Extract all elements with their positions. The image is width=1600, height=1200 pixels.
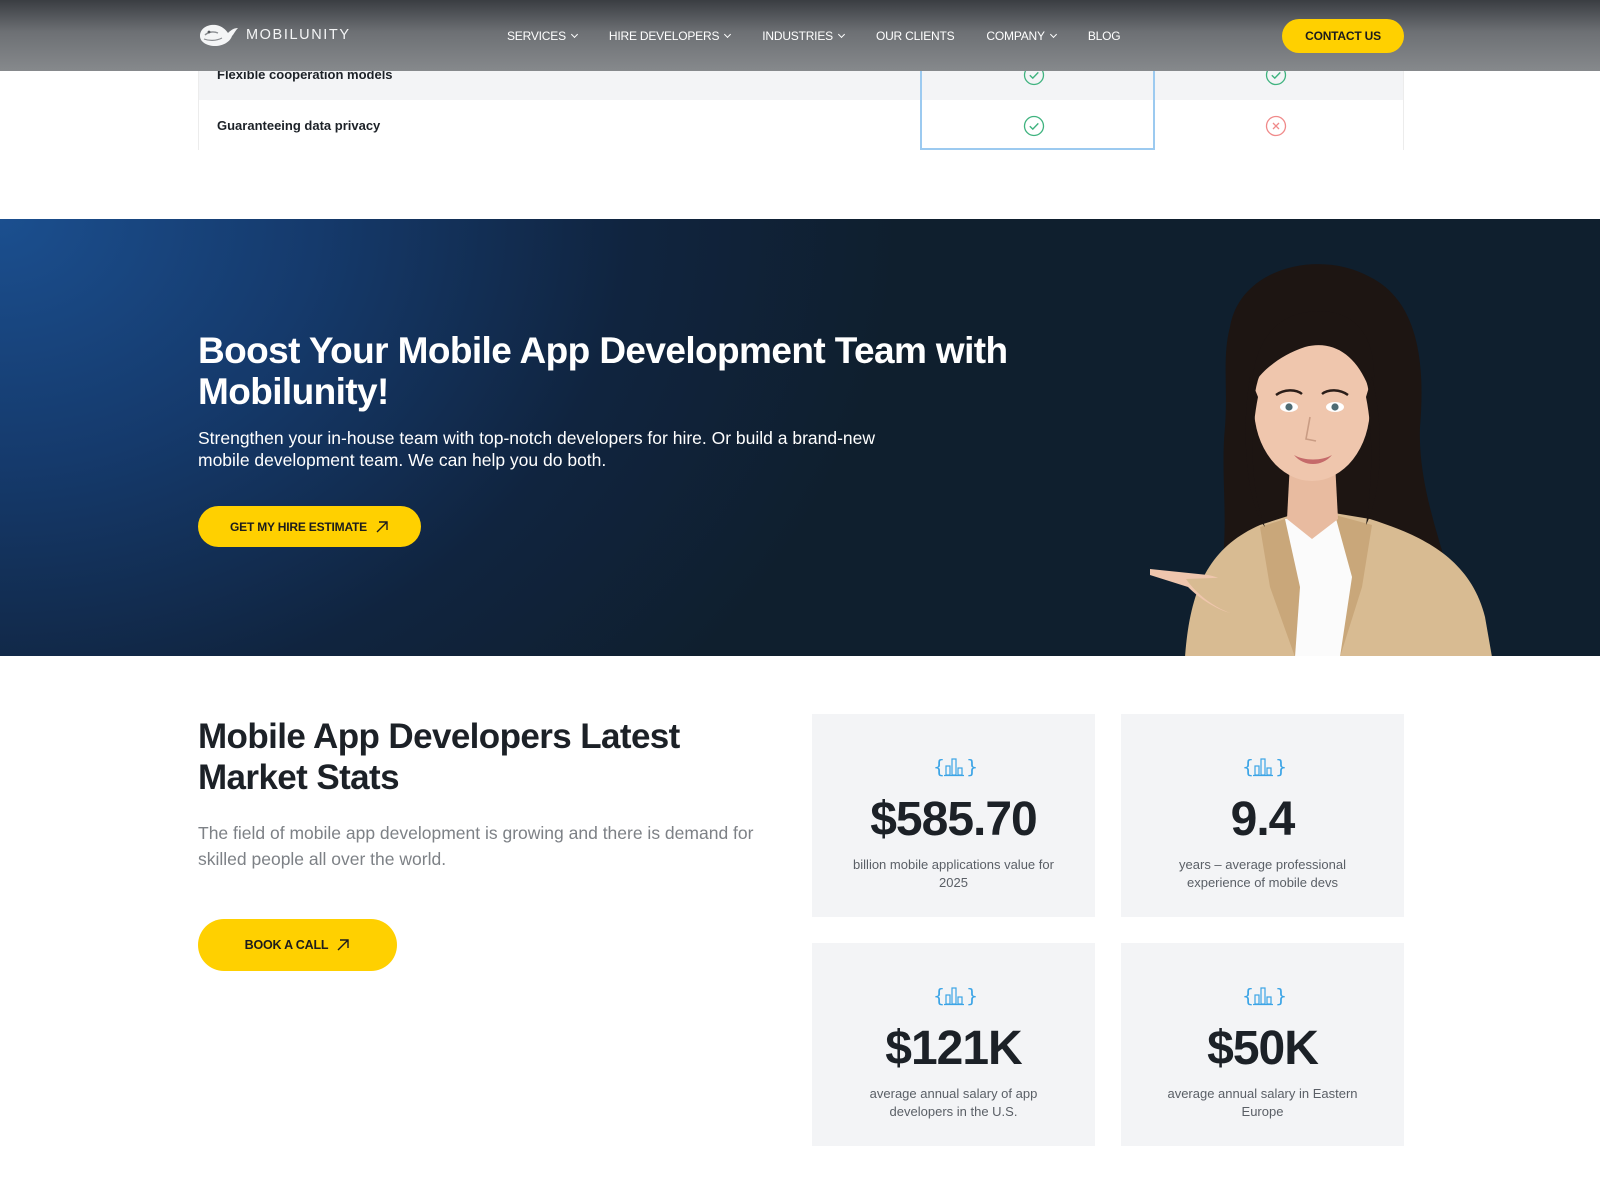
bar-chart-braces-icon: { } <box>933 756 976 778</box>
stat-label: average annual salary of app developers … <box>869 1086 1038 1119</box>
table-row: Guaranteeing data privacy <box>199 100 1403 151</box>
row-label: Guaranteeing data privacy <box>217 118 381 133</box>
stat-value: $50K <box>1207 1022 1319 1075</box>
whale-logo-icon <box>200 24 238 46</box>
get-hire-estimate-button[interactable]: GET MY HIRE ESTIMATE <box>198 506 421 547</box>
hero-banner: Boost Your Mobile App Development Team w… <box>0 219 1600 656</box>
svg-text:}: } <box>966 756 976 778</box>
hero-subtitle: Strengthen your in-house team with top-n… <box>198 428 876 470</box>
nav-item-company[interactable]: COMPANY <box>986 28 1057 43</box>
nav-item-our-clients[interactable]: OUR CLIENTS <box>875 28 955 43</box>
chevron-down-icon <box>1049 30 1057 38</box>
svg-text:}: } <box>966 985 976 1007</box>
nav-label: HIRE DEVELOPERS <box>608 28 720 43</box>
stat-value: 9.4 <box>1230 793 1296 846</box>
nav-label: INDUSTRIES <box>762 28 833 43</box>
nav-item-blog[interactable]: BLOG <box>1088 29 1121 43</box>
button-label: BOOK A CALL <box>244 938 329 952</box>
stat-label: average annual salary in Eastern Europe <box>1167 1086 1358 1119</box>
cross-circle-icon <box>1265 115 1287 136</box>
woman-portrait-image <box>1150 264 1492 656</box>
contact-us-button[interactable]: CONTACT US <box>1282 19 1404 53</box>
nav-label: COMPANY <box>986 28 1045 43</box>
stat-label: years – average professional experience … <box>1179 857 1346 890</box>
nav-item-hire-developers[interactable]: HIRE DEVELOPERS <box>608 28 732 43</box>
svg-text:{: { <box>933 985 945 1007</box>
stat-label: billion mobile applications value for 20… <box>853 857 1054 890</box>
stat-card: { } 9.4 years – average professional exp… <box>1121 714 1404 917</box>
arrow-up-right-icon <box>376 520 388 532</box>
nav-item-services[interactable]: SERVICES <box>507 28 578 43</box>
nav-label: BLOG <box>1087 28 1121 43</box>
svg-text:}: } <box>1275 756 1285 778</box>
stat-card: { } $585.70 billion mobile applications … <box>812 714 1095 917</box>
book-a-call-button[interactable]: BOOK A CALL <box>198 919 397 971</box>
nav-item-industries[interactable]: INDUSTRIES <box>762 28 845 43</box>
page: Flexible cooperation models Guaranteeing… <box>0 0 1600 1200</box>
arrow-up-right-icon <box>337 939 350 951</box>
nav-label: SERVICES <box>507 28 566 43</box>
main-nav: SERVICES HIRE DEVELOPERS INDUSTRIES OUR … <box>507 0 1121 71</box>
bar-chart-braces-icon: { } <box>1242 985 1285 1007</box>
svg-text:{: { <box>1242 985 1254 1007</box>
hero-title: Boost Your Mobile App Development Team w… <box>198 330 1008 412</box>
bar-chart-braces-icon: { } <box>933 985 976 1007</box>
svg-text:{: { <box>933 756 945 778</box>
stat-value: $585.70 <box>870 793 1038 846</box>
chevron-down-icon <box>724 30 732 38</box>
chevron-down-icon <box>570 30 578 38</box>
logo-text: MOBILUNITY <box>246 27 351 43</box>
bar-chart-braces-icon: { } <box>1242 756 1285 778</box>
nav-label: OUR CLIENTS <box>875 28 955 43</box>
logo[interactable]: MOBILUNITY <box>198 22 351 48</box>
svg-text:}: } <box>1275 985 1285 1007</box>
stat-card: { } $121K average annual salary of app d… <box>812 943 1095 1146</box>
site-header: MOBILUNITY SERVICES HIRE DEVELOPERS INDU… <box>0 0 1600 71</box>
chevron-down-icon <box>837 30 845 38</box>
stats-description: The field of mobile app development is g… <box>198 823 754 869</box>
svg-text:{: { <box>1242 756 1254 778</box>
stat-value: $121K <box>885 1022 1022 1075</box>
stats-title: Mobile App Developers Latest Market Stat… <box>198 717 680 797</box>
stat-card: { } $50K average annual salary in Easter… <box>1121 943 1404 1146</box>
button-label: GET MY HIRE ESTIMATE <box>230 519 367 534</box>
